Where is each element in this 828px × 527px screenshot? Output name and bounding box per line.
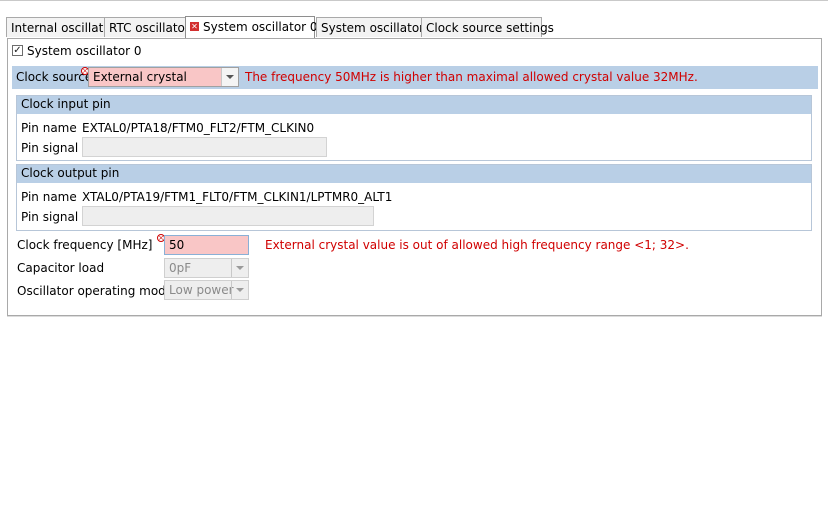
group-header <box>17 165 811 183</box>
operating-mode-label: Oscillator operating mode <box>17 284 174 298</box>
clock-output-pin-signal-field[interactable] <box>82 206 374 226</box>
clock-output-pin-name: XTAL0/PTA19/FTM1_FLT0/FTM_CLKIN1/LPTMR0_… <box>82 190 393 204</box>
system-oscillator-0-checkbox[interactable]: ✓ <box>12 45 23 56</box>
tab-rtc-oscillator[interactable]: RTC oscillator <box>104 17 190 37</box>
clock-input-pin-name: EXTAL0/PTA18/FTM0_FLT2/FTM_CLKIN0 <box>82 121 315 135</box>
tab-system-oscillator-1[interactable]: System oscillator 1 <box>316 17 436 37</box>
divider <box>7 316 822 317</box>
pin-name-label: Pin name <box>21 121 77 135</box>
clock-source-error: The frequency 50MHz is higher than maxim… <box>245 70 698 84</box>
system-oscillator-0-label: System oscillator 0 <box>27 44 142 58</box>
clock-frequency-error: External crystal value is out of allowed… <box>265 238 689 252</box>
top-border <box>0 0 828 1</box>
clock-frequency-input[interactable]: 50 <box>164 235 249 255</box>
tab-internal-oscillator[interactable]: Internal oscillator <box>6 17 116 37</box>
capacitor-load-label: Capacitor load <box>17 261 105 275</box>
tab-bar: Internal oscillator RTC oscillator ✕ Syst… <box>0 16 828 39</box>
chevron-down-icon[interactable] <box>231 281 248 299</box>
tab-label: System oscillator 0 <box>203 20 318 34</box>
group-header <box>17 96 811 114</box>
tab-label: System oscillator 1 <box>321 21 436 35</box>
clock-source-select[interactable]: External crystal <box>88 67 239 87</box>
tab-label: RTC oscillator <box>109 21 190 35</box>
pin-name-label: Pin name <box>21 190 77 204</box>
tab-system-oscillator-0[interactable]: ✕ System oscillator 0 <box>185 16 318 38</box>
chevron-down-icon[interactable] <box>221 68 238 86</box>
tab-label: Internal oscillator <box>11 21 116 35</box>
operating-mode-select[interactable]: Low power <box>164 280 249 300</box>
capacitor-load-select[interactable]: 0pF <box>164 258 249 278</box>
error-icon: ✕ <box>190 22 199 31</box>
clock-frequency-label: Clock frequency [MHz] <box>17 238 153 252</box>
tab-label: Clock source settings <box>426 21 554 35</box>
clock-source-value: External crystal <box>93 70 187 84</box>
clock-frequency-value: 50 <box>169 238 185 252</box>
clock-output-pin-header: Clock output pin <box>21 166 120 180</box>
chevron-down-icon[interactable] <box>231 259 248 277</box>
capacitor-load-value: 0pF <box>169 261 192 275</box>
pin-signal-label: Pin signal <box>21 141 79 155</box>
clock-input-pin-header: Clock input pin <box>21 97 111 111</box>
tab-clock-source-settings[interactable]: Clock source settings <box>421 17 554 37</box>
pin-signal-label: Pin signal <box>21 210 79 224</box>
clock-input-pin-signal-field[interactable] <box>82 137 327 157</box>
operating-mode-value: Low power <box>169 283 234 297</box>
